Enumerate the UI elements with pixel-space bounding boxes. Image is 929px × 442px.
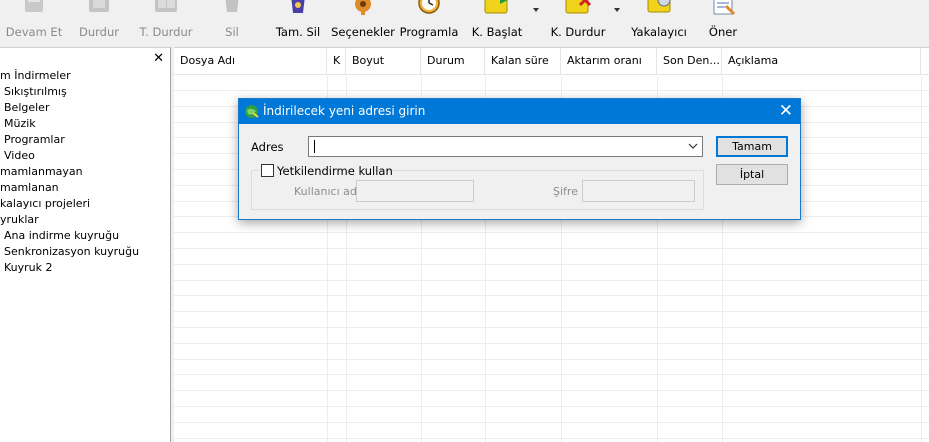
tree-item-queues[interactable]: yruklar: [0, 212, 139, 228]
ok-button[interactable]: Tamam: [716, 136, 788, 157]
column-transfer-rate[interactable]: Aktarım oranı: [561, 48, 657, 74]
tree-item-finished[interactable]: mamlanan: [0, 180, 139, 196]
idm-globe-icon: [245, 105, 259, 118]
delete-button[interactable]: Sil: [202, 0, 262, 46]
resume-icon: [25, 0, 43, 12]
tree-item-unfinished[interactable]: mamlanmayan: [0, 164, 139, 180]
password-label: Şifre: [553, 185, 578, 198]
grid-row-line: [174, 406, 929, 407]
schedule-label: Programla: [399, 25, 459, 39]
stop-button[interactable]: Durdur: [68, 0, 130, 46]
tree-item-programs[interactable]: Programlar: [0, 132, 139, 148]
categories-panel: ✕ m İndirmeler Sıkıştırılmış Belgeler Mü…: [0, 47, 171, 442]
column-status[interactable]: Durum: [421, 48, 485, 74]
start-queue-dropdown-icon[interactable]: [533, 8, 539, 12]
suggest-icon: [713, 0, 736, 16]
grabber-button[interactable]: Yakalayıcı: [628, 0, 690, 46]
tree-item-documents[interactable]: Belgeler: [0, 100, 139, 116]
grid-row-line: [174, 422, 929, 423]
gear-icon: [355, 0, 371, 15]
start-queue-label: K. Başlat: [471, 25, 523, 39]
grid-row-line: [174, 311, 929, 312]
close-icon[interactable]: ✕: [779, 101, 793, 121]
stop-all-label: T. Durdur: [139, 25, 193, 39]
grid-row-line: [174, 343, 929, 344]
tree-item-all-downloads[interactable]: m İndirmeler: [0, 68, 139, 84]
auth-checkbox[interactable]: [261, 164, 274, 177]
tree-item-music[interactable]: Müzik: [0, 116, 139, 132]
delete-icon: [225, 0, 239, 12]
delete-completed-button[interactable]: Tam. Sil: [270, 0, 326, 46]
toolbar: Devam Et Durdur T. Durdur Sil Tam. Sil S…: [0, 0, 929, 46]
close-panel-icon[interactable]: ✕: [153, 51, 164, 66]
resume-label: Devam Et: [5, 25, 63, 39]
category-tree: m İndirmeler Sıkıştırılmış Belgeler Müzi…: [0, 68, 139, 276]
grid-row-line: [174, 232, 929, 233]
stop-all-icon: [155, 0, 177, 12]
tree-item-main-queue[interactable]: Ana indirme kuyruğu: [0, 228, 139, 244]
resume-button[interactable]: Devam Et: [0, 0, 68, 46]
suggest-button[interactable]: Öner: [696, 0, 750, 46]
grid-row-line: [174, 280, 929, 281]
grid-row-line: [174, 264, 929, 265]
grid-row-line: [174, 248, 929, 249]
address-combobox[interactable]: [308, 136, 703, 157]
grid-row-line: [174, 90, 929, 91]
new-address-dialog: İndirilecek yeni adresi girin ✕ Adres Ta…: [238, 98, 801, 220]
stop-icon: [89, 0, 109, 12]
password-field[interactable]: [582, 180, 695, 202]
grid-column-line: [921, 74, 922, 442]
list-header: Dosya Adı K Boyut Durum Kalan süre Aktar…: [174, 48, 929, 75]
address-label: Adres: [251, 140, 284, 154]
suggest-label: Öner: [708, 25, 738, 39]
column-description[interactable]: Açıklama: [722, 48, 921, 74]
stop-label: Durdur: [79, 25, 119, 39]
grid-row-line: [174, 438, 929, 439]
tree-item-sync-queue[interactable]: Senkronizasyon kuyruğu: [0, 244, 139, 260]
options-label: Seçenekler: [331, 25, 395, 39]
dialog-title: İndirilecek yeni adresi girin: [263, 104, 426, 118]
tree-item-grabber-projects[interactable]: kalayıcı projeleri: [0, 196, 139, 212]
column-time-left[interactable]: Kalan süre: [485, 48, 561, 74]
stop-all-button[interactable]: T. Durdur: [130, 0, 202, 46]
stop-queue-button[interactable]: K. Durdur: [546, 0, 610, 46]
schedule-button[interactable]: Programla: [398, 0, 460, 46]
clock-icon: [418, 0, 440, 14]
delete-completed-label: Tam. Sil: [275, 25, 321, 39]
stop-queue-label: K. Durdur: [550, 25, 606, 39]
options-button[interactable]: Seçenekler: [330, 0, 396, 46]
stop-queue-dropdown-icon[interactable]: [614, 8, 620, 12]
start-queue-button[interactable]: K. Başlat: [466, 0, 528, 46]
stop-queue-icon: [565, 0, 592, 14]
grid-row-line: [174, 327, 929, 328]
column-file-name[interactable]: Dosya Adı: [174, 48, 327, 74]
grid-row-line: [174, 390, 929, 391]
delete-completed-icon: [291, 0, 305, 13]
grid-row-line: [174, 295, 929, 296]
username-field[interactable]: [356, 180, 474, 202]
column-last-try[interactable]: Son Den...: [657, 48, 722, 74]
grid-row-line: [174, 359, 929, 360]
delete-label: Sil: [225, 25, 239, 39]
grid-row-line: [174, 374, 929, 375]
tree-item-compressed[interactable]: Sıkıştırılmış: [0, 84, 139, 100]
cancel-button[interactable]: İptal: [716, 164, 788, 185]
start-queue-icon: [484, 0, 508, 14]
text-caret: [314, 140, 315, 153]
tree-item-queue-2[interactable]: Kuyruk 2: [0, 260, 139, 276]
username-label: Kullanıcı adı: [294, 185, 360, 198]
auth-checkbox-label: Yetkilendirme kullan: [277, 164, 393, 178]
grabber-icon: [647, 0, 671, 13]
chevron-down-icon[interactable]: [688, 140, 698, 152]
grabber-label: Yakalayıcı: [631, 25, 687, 39]
column-size[interactable]: Boyut: [346, 48, 421, 74]
tree-item-video[interactable]: Video: [0, 148, 139, 164]
column-q[interactable]: K: [327, 48, 346, 74]
dialog-title-bar[interactable]: İndirilecek yeni adresi girin ✕: [239, 99, 800, 124]
auth-checkbox-row[interactable]: Yetkilendirme kullan: [259, 163, 393, 179]
